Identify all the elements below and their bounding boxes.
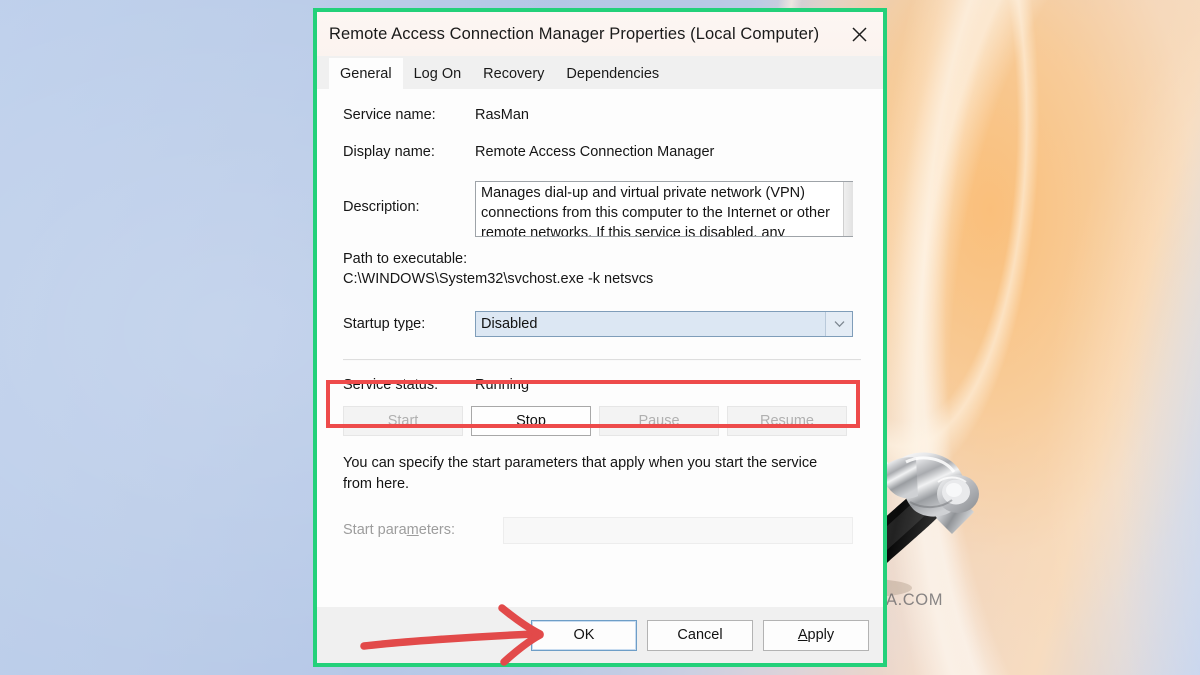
description-row: Description: Manages dial-up and virtual… [343,181,861,237]
path-to-executable-label: Path to executable: [343,251,468,267]
dialog-title: Remote Access Connection Manager Propert… [329,24,820,43]
service-status-row: Service status: Running [343,377,861,393]
startup-type-label-post: e: [413,316,426,332]
start-button-post: tart [397,413,419,429]
startup-type-label-pre: Startup ty [343,316,406,332]
resume-button[interactable]: Resume [727,406,847,436]
resume-button-post: esume [770,413,814,429]
start-parameters-label-pre: Start para [343,522,407,538]
service-status-value: Running [475,377,530,393]
tab-strip: General Log On Recovery Dependencies [317,56,883,89]
section-divider [343,359,861,361]
display-name-value: Remote Access Connection Manager [475,144,715,160]
service-control-buttons: Start St o p Pause Resume [343,406,861,436]
ok-button[interactable]: OK [531,619,637,651]
path-to-executable-value: C:\WINDOWS\System32\svchost.exe -k netsv… [343,271,654,287]
service-properties-dialog: Remote Access Connection Manager Propert… [317,12,883,663]
pause-button-post: ause [648,413,680,429]
display-name-row: Display name: Remote Access Connection M… [343,144,861,160]
apply-button[interactable]: Apply [763,619,869,651]
chevron-down-icon[interactable] [826,312,852,336]
tab-general[interactable]: General [329,58,403,89]
tab-dependencies[interactable]: Dependencies [555,58,670,89]
apply-button-post: pply [807,627,835,643]
startup-type-select[interactable]: Disabled [475,311,853,337]
pause-button-accel: P [638,413,649,429]
tab-recovery[interactable]: Recovery [472,58,555,89]
desktop-background: KAPILARYA.COM Remote Access Connection M… [0,0,1200,675]
stop-button-post: p [537,413,546,429]
tab-log-on[interactable]: Log On [403,58,473,89]
startup-type-value: Disabled [476,312,826,336]
description-label: Description: [343,199,420,215]
general-tab-panel: Service name: RasMan Display name: Remot… [317,89,883,607]
start-parameters-row: Start parameters: [343,515,861,545]
start-button-accel: S [387,413,398,429]
dialog-footer: OK Cancel Apply [317,607,883,663]
startup-type-label: Startup type: [343,316,475,332]
apply-button-accel: A [797,627,808,643]
start-parameters-label-accel: m [406,522,419,538]
start-parameters-label-post: eters: [418,522,456,538]
start-parameters-input[interactable] [503,516,853,544]
pause-button[interactable]: Pause [599,406,719,436]
start-button[interactable]: Start [343,406,463,436]
stop-button[interactable]: St o p [471,406,591,436]
startup-type-label-accel: p [405,316,414,332]
path-to-executable-block: Path to executable: C:\WINDOWS\System32\… [343,251,861,287]
close-icon[interactable] [835,12,883,56]
start-parameters-help-text: You can specify the start parameters tha… [343,455,818,492]
dialog-titlebar: Remote Access Connection Manager Propert… [317,12,883,56]
display-name-label: Display name: [343,144,435,160]
stop-button-pre: St [516,413,530,429]
start-parameters-label: Start parameters: [343,522,503,538]
cancel-button[interactable]: Cancel [647,619,753,651]
service-status-label: Service status: [343,377,439,393]
service-name-value: RasMan [475,107,529,123]
service-name-row: Service name: RasMan [343,107,861,123]
stop-button-accel: o [529,413,538,429]
service-name-label: Service name: [343,107,436,123]
description-textarea[interactable]: Manages dial-up and virtual private netw… [475,181,853,237]
resume-button-accel: R [759,413,771,429]
startup-type-row: Startup type: Disabled [343,307,861,341]
